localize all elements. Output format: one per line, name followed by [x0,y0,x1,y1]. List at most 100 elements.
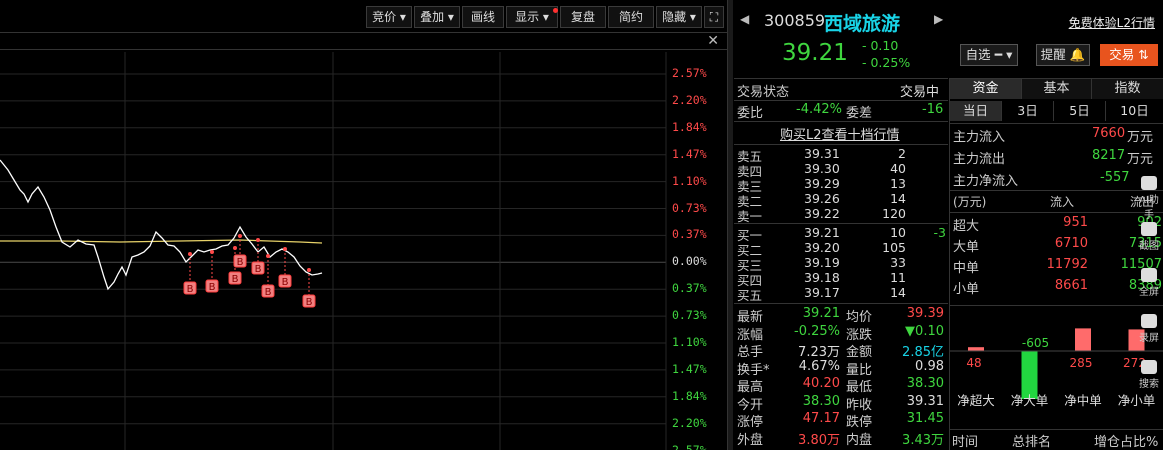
price-chart[interactable]: B BBBBBBB [0,52,727,450]
pct-label-down: 1.47% [672,361,707,376]
display-button[interactable]: 显示 ▾ [506,6,558,28]
bid-volume: 10 [890,225,906,240]
notification-dot [553,8,558,13]
bid-row: 买四 39.18 11 [734,270,948,288]
replay-button[interactable]: 复盘 [560,6,606,28]
bid-row: 买一 39.21 10 -3 [734,225,948,243]
prev-stock-icon[interactable]: ◀ [740,12,749,26]
stat-label: 总手 [737,345,764,360]
ai-assistant-icon [1141,176,1157,190]
sidebar-item[interactable]: 全屏 [1135,268,1163,298]
buy-marker[interactable]: B [233,234,247,268]
pct-label-up: 1.10% [672,173,707,188]
buy-marker[interactable]: B [251,238,265,275]
auction-button[interactable]: 竞价 ▾ [366,6,412,28]
search-icon [1141,360,1157,374]
tab-fund[interactable]: 资金 [950,79,1022,99]
fund-row-in: 6710 [1054,236,1088,251]
sidebar-item[interactable]: AI助手 [1135,176,1163,221]
pct-label-down: 2.57% [672,442,707,450]
status-label: 交易状态 [737,85,790,100]
last-price: 39.21 [782,40,848,66]
stat-row: 涨停 47.17 跌停 31.45 [734,411,948,430]
ask-row: 卖三 39.29 13 [734,176,948,194]
fund-row: 小单 8661 8389 [950,278,1163,297]
ask-volume: 14 [890,191,906,206]
fund-row-label: 小单 [953,282,980,297]
ask-price: 39.31 [804,146,840,161]
stat-value: 31.45 [906,411,944,426]
l2-trial-link[interactable]: 免费体验L2行情 [1069,14,1155,31]
bid-price: 39.20 [804,240,840,255]
buy-marker[interactable]: B [302,268,316,308]
stat-row: 涨幅 -0.25% 涨跌 ▼0.10 [734,323,948,343]
main-inflow-unit: 万元 [1127,130,1154,145]
chart-grid [0,52,667,450]
stat-label: 涨停 [737,415,764,430]
buy-marker-label: B [209,282,216,293]
ask-row: 卖一 39.22 120 [734,206,948,224]
pct-label-down: 0.37% [672,281,707,296]
tab-index[interactable]: 指数 [1092,79,1163,99]
pct-label-up: 0.73% [672,200,707,215]
net-flow-value: -605 [1022,336,1049,350]
chart-toolbar: 竞价 ▾ 叠加 ▾ 画线 显示 ▾ 复盘 简约 隐藏 ▾ ⛶ [0,6,727,30]
pct-label-up: 1.47% [672,146,707,161]
net-flow-value: 285 [1070,356,1093,370]
buy-marker-label: B [255,264,262,275]
trade-markers: B BBBBBBB [183,234,316,308]
sidebar-item[interactable]: 截图 [1135,222,1163,252]
panel-divider[interactable] [727,0,733,450]
fund-row: 超大951902 [950,215,1163,234]
trade-button[interactable]: 交易 ⇅ [1100,44,1158,66]
buy-marker[interactable]: B [183,252,197,295]
buy-marker-label: B [265,287,272,298]
bid-volume: 14 [890,285,906,300]
stat-label: 跌停 [846,415,873,430]
fund-row-label: 中单 [953,261,980,276]
chart-subbar: ✕ [0,32,727,50]
tab-basic[interactable]: 基本 [1022,79,1092,99]
bid-delta: -3 [933,225,946,240]
table-head-in: 流入 [1050,195,1075,209]
alert-button[interactable]: 提醒 🔔 [1036,44,1090,66]
subtab-today[interactable]: 当日 [950,101,1002,121]
simple-button[interactable]: 简约 [608,6,654,28]
draw-line-button[interactable]: 画线 [462,6,504,28]
status-value: 交易中 [900,85,940,100]
subtab-10d[interactable]: 10日 [1106,101,1163,121]
subtab-5d[interactable]: 5日 [1054,101,1106,121]
net-flow-bar [1021,351,1038,399]
hide-button[interactable]: 隐藏 ▾ [656,6,702,28]
buy-marker[interactable]: B [205,250,219,293]
stat-value: 4.67% [798,358,840,374]
sidebar-item-label: 搜索 [1139,379,1159,390]
stat-label: 涨幅 [737,327,764,343]
bid-row: 买三 39.19 33 [734,255,948,273]
subtab-3d[interactable]: 3日 [1002,101,1054,121]
stat-label: 今开 [737,397,764,413]
bid-price: 39.18 [804,270,840,285]
watchlist-button[interactable]: 自选 ━ ▾ [960,44,1018,66]
price-change-pct: - 0.25% [862,55,911,70]
footer-rank: 总排名 [1012,435,1052,450]
close-icon[interactable]: ✕ [707,33,719,49]
weicha-label: 委差 [846,106,873,121]
l2-promo-link[interactable]: 购买L2查看十档行情 [780,124,900,143]
stat-value: 39.31 [906,393,944,409]
stat-value: -0.25% [794,323,840,339]
net-flow-bar [968,347,984,351]
net-flow-bar-chart: 48净超大-605净大单285净中单272净小单 [950,328,1163,407]
stat-label: 最高 [737,380,764,395]
sidebar-item[interactable]: 搜索 [1135,360,1163,390]
sidebar-item[interactable]: 录屏 [1135,314,1163,344]
floating-sidebar: AI助手 截图全屏录屏搜索 [1135,160,1163,450]
fullscreen-icon[interactable]: ⛶ [704,6,724,28]
overlay-button[interactable]: 叠加 ▾ [414,6,460,28]
next-stock-icon[interactable]: ▶ [934,12,943,26]
stat-value: 0.98 [915,358,944,374]
buy-marker[interactable]: B [261,254,275,298]
fund-row-in: 951 [1063,215,1088,230]
fund-row-label: 大单 [953,240,980,255]
stat-value: 38.30 [802,393,840,409]
